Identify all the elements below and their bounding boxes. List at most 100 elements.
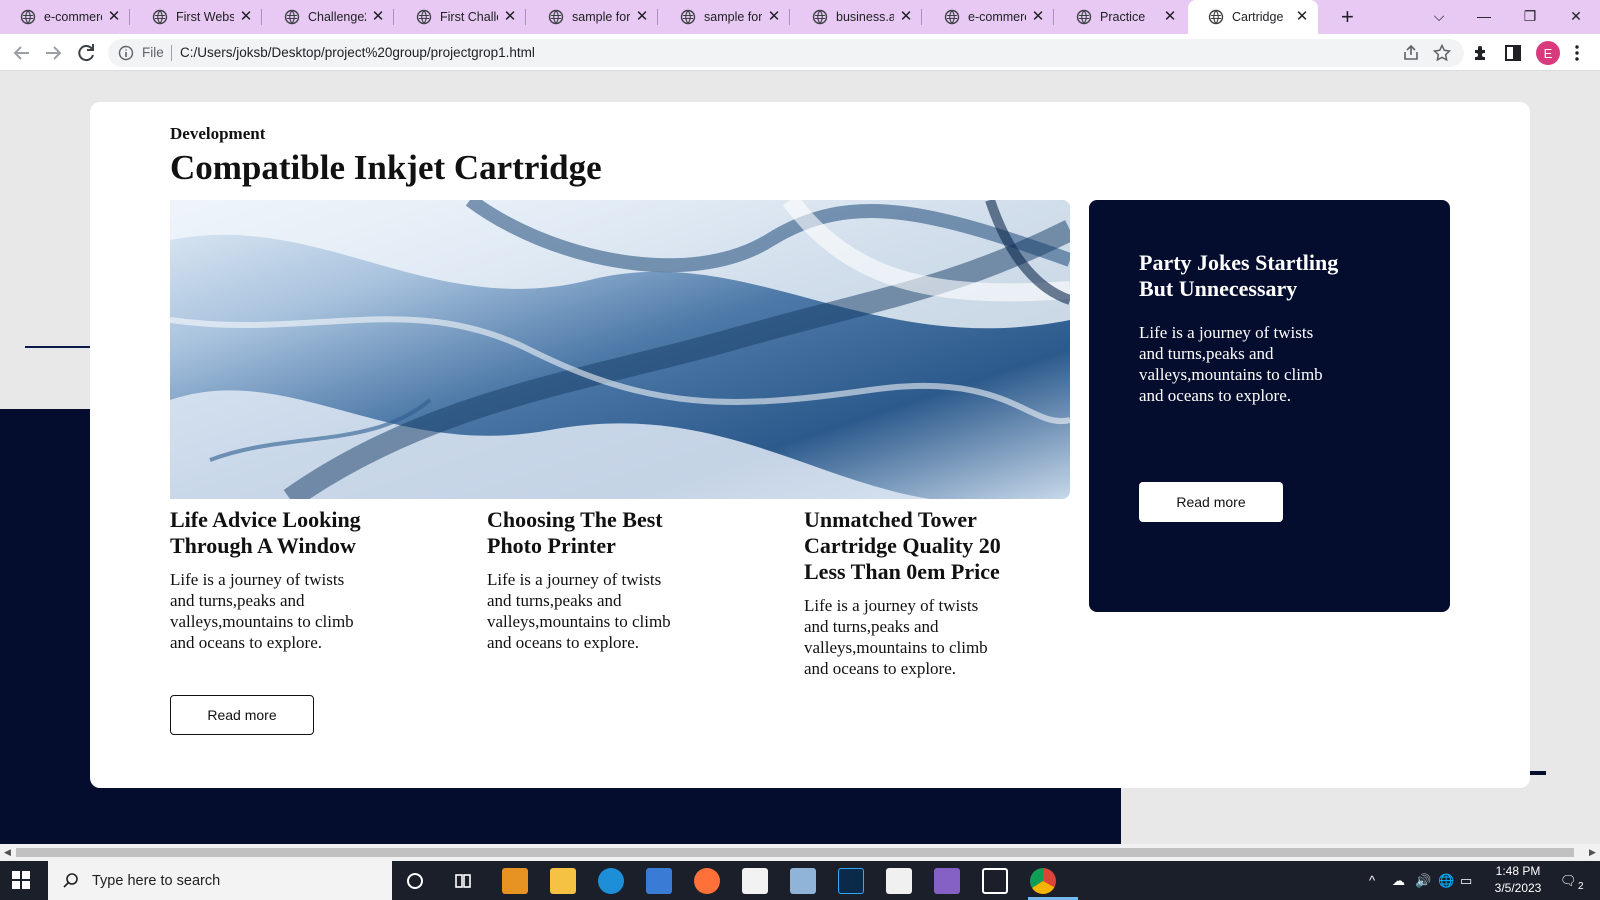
notification-center-icon[interactable]: 🗨	[1560, 873, 1577, 889]
globe-icon	[284, 9, 300, 25]
notification-count: 2	[1578, 881, 1584, 892]
browser-tab[interactable]: First Website ✕	[132, 0, 262, 34]
minimize-button[interactable]: —	[1461, 0, 1507, 32]
sublime-text-icon[interactable]	[502, 868, 528, 894]
phone-link-icon[interactable]	[982, 868, 1008, 894]
read-more-button[interactable]: Read more	[170, 695, 314, 735]
menu-kebab-icon[interactable]	[1567, 43, 1587, 63]
page-title: Compatible Inkjet Cartridge	[170, 148, 602, 187]
article-title[interactable]: Unmatched Tower Cartridge Quality 20 Les…	[804, 507, 1034, 585]
reload-icon[interactable]	[74, 41, 98, 65]
close-icon[interactable]: ✕	[898, 9, 914, 25]
close-icon[interactable]: ✕	[1294, 9, 1310, 25]
browser-tab[interactable]: Practice ✕	[1056, 0, 1186, 34]
windows-taskbar: Type here to search ^ ☁ 🔊 🌐 ▭ 1:48 PM 3/…	[0, 861, 1600, 900]
profile-avatar[interactable]: E	[1536, 41, 1560, 65]
firefox-icon[interactable]	[694, 868, 720, 894]
close-icon[interactable]: ✕	[370, 9, 386, 25]
browser-tab[interactable]: sample form ✕	[660, 0, 790, 34]
new-tab-button[interactable]: +	[1341, 6, 1354, 28]
toolbar: File C:/Users/joksb/Desktop/project%20gr…	[0, 34, 1600, 71]
tab-title: e-commerce	[968, 10, 1026, 24]
mail-icon[interactable]	[742, 868, 768, 894]
globe-icon	[680, 9, 696, 25]
tab-title: First Challeng	[440, 10, 498, 24]
article-card: Unmatched Tower Cartridge Quality 20 Les…	[804, 507, 1034, 679]
article-title[interactable]: Choosing The Best Photo Printer	[487, 507, 717, 559]
hero-image	[170, 200, 1070, 499]
close-icon[interactable]: ✕	[766, 9, 782, 25]
taskbar-search[interactable]: Type here to search	[48, 861, 392, 900]
taskbar-clock[interactable]: 1:48 PM 3/5/2023	[1488, 863, 1548, 897]
taskbar-search-placeholder: Type here to search	[92, 872, 221, 889]
task-view-icon[interactable]	[450, 868, 476, 894]
close-icon[interactable]: ✕	[502, 9, 518, 25]
page-viewport: Development Compatible Inkjet Cartridge	[0, 72, 1600, 844]
address-bar[interactable]: File C:/Users/joksb/Desktop/project%20gr…	[108, 39, 1464, 67]
windows-start-icon[interactable]	[12, 871, 30, 889]
tab-title: e-commerce	[44, 10, 102, 24]
tab-search-icon[interactable]: ⌵	[1416, 0, 1462, 32]
close-icon[interactable]: ✕	[634, 9, 650, 25]
restore-button[interactable]: ❐	[1507, 0, 1553, 32]
tray-chevron-icon[interactable]: ^	[1369, 873, 1375, 888]
tab-title: sample form	[704, 10, 762, 24]
article-card: Choosing The Best Photo Printer Life is …	[487, 507, 717, 653]
article-excerpt: Life is a journey of twists and turns,pe…	[170, 570, 354, 652]
visual-studio-icon[interactable]	[934, 868, 960, 894]
tab-title: First Website	[176, 10, 234, 24]
forward-arrow-icon[interactable]	[41, 41, 65, 65]
scroll-left-icon[interactable]: ◀	[4, 847, 11, 858]
section-eyebrow: Development	[170, 124, 266, 143]
edge-icon[interactable]	[598, 868, 624, 894]
back-arrow-icon[interactable]	[10, 41, 34, 65]
browser-tab[interactable]: sample form ✕	[528, 0, 658, 34]
close-icon[interactable]: ✕	[238, 9, 254, 25]
scrollbar-thumb[interactable]	[16, 848, 1574, 857]
file-explorer-icon[interactable]	[550, 868, 576, 894]
volume-icon[interactable]: 🔊	[1415, 873, 1431, 889]
close-icon[interactable]: ✕	[1162, 9, 1178, 25]
url-text[interactable]: C:/Users/joksb/Desktop/project%20group/p…	[180, 45, 535, 60]
bookmark-star-icon[interactable]	[1432, 43, 1452, 63]
scheme-label: File	[142, 45, 164, 60]
network-icon[interactable]: 🌐	[1438, 873, 1454, 889]
feature-title[interactable]: Party Jokes Startling But Unnecessary	[1139, 250, 1369, 302]
globe-icon	[1208, 9, 1224, 25]
close-icon[interactable]: ✕	[1030, 9, 1046, 25]
scroll-right-icon[interactable]: ▶	[1589, 847, 1596, 858]
browser-tab[interactable]: First Challeng ✕	[396, 0, 526, 34]
remote-desktop-icon[interactable]	[790, 868, 816, 894]
browser-tab[interactable]: Challenge2 ✕	[264, 0, 394, 34]
globe-icon	[548, 9, 564, 25]
tab-title: business.alat	[836, 10, 894, 24]
cortana-icon[interactable]	[402, 868, 428, 894]
tab-title: Cartridge	[1232, 10, 1284, 24]
side-panel-icon[interactable]	[1503, 43, 1523, 63]
close-window-button[interactable]: ✕	[1553, 0, 1599, 32]
tab-title: sample form	[572, 10, 630, 24]
photoshop-icon[interactable]	[838, 868, 864, 894]
horizontal-scrollbar[interactable]: ◀ ▶	[0, 844, 1600, 861]
close-icon[interactable]: ✕	[106, 9, 122, 25]
browser-tab[interactable]: business.alat ✕	[792, 0, 922, 34]
chrome-icon[interactable]	[1030, 868, 1056, 894]
browser-tab-active[interactable]: Cartridge ✕	[1188, 0, 1318, 34]
feature-excerpt: Life is a journey of twists and turns,pe…	[1139, 323, 1323, 405]
browser-tab[interactable]: e-commerce ✕	[0, 0, 130, 34]
search-icon	[63, 872, 78, 888]
battery-icon[interactable]: ▭	[1460, 873, 1472, 889]
browser-tab[interactable]: e-commerce ✕	[924, 0, 1054, 34]
share-icon[interactable]	[1401, 43, 1421, 63]
globe-icon	[416, 9, 432, 25]
article-title[interactable]: Life Advice Looking Through A Window	[170, 507, 400, 559]
article-excerpt: Life is a journey of twists and turns,pe…	[487, 570, 671, 652]
extensions-icon[interactable]	[1471, 43, 1491, 63]
onedrive-icon[interactable]: ☁	[1392, 873, 1405, 889]
document-icon[interactable]	[886, 868, 912, 894]
info-icon[interactable]	[118, 45, 134, 61]
feature-read-more-button[interactable]: Read more	[1139, 482, 1283, 522]
globe-icon	[152, 9, 168, 25]
tab-title: Challenge2	[308, 10, 366, 24]
store-icon[interactable]	[646, 868, 672, 894]
